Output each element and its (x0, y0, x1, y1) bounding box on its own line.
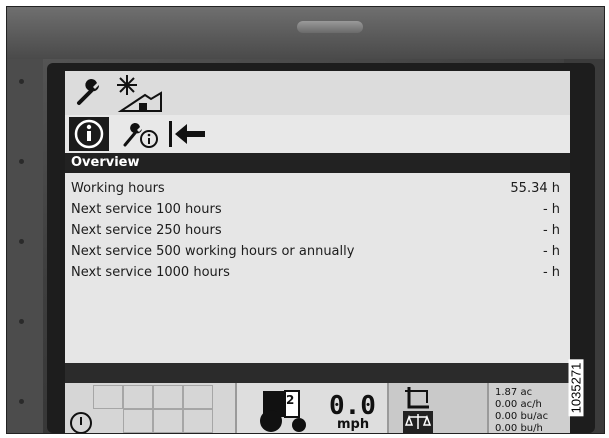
row-label: Next service 250 hours (71, 223, 222, 238)
warning-circle-icon (70, 412, 92, 433)
row-label: Next service 1000 hours (71, 265, 230, 280)
bezel-top (7, 7, 604, 59)
row-label: Next service 500 working hours or annual… (71, 244, 355, 259)
brand-badge (297, 21, 363, 33)
row-value: - h (542, 223, 560, 238)
row-label: Next service 100 hours (71, 202, 222, 217)
soft-key-grid (65, 383, 237, 433)
list-row-service-500: Next service 500 working hours or annual… (65, 242, 570, 263)
yield-rate-value: 0.00 bu/h (495, 423, 543, 433)
menu-tab-row (65, 71, 570, 115)
list-row-working-hours: Working hours 55.34 h (65, 179, 570, 200)
list-row-service-1000: Next service 1000 hours - h (65, 263, 570, 284)
sun-field-icon[interactable] (111, 73, 163, 113)
section-header: Overview (65, 153, 570, 173)
gear-indicator: 2 (286, 393, 295, 407)
display-screen: Overview Working hours 55.34 h Next serv… (65, 71, 570, 433)
service-info-icon[interactable] (121, 119, 161, 149)
scale-icon[interactable] (403, 411, 433, 433)
row-value: - h (542, 202, 560, 217)
info-icon[interactable] (69, 117, 109, 151)
speed-panel: 2 0.0 mph (237, 383, 389, 433)
bezel-left (7, 59, 43, 433)
area-rate-value: 0.00 ac/h (495, 399, 542, 410)
status-bar: 2 0.0 mph 1.87 ac 0.00 ac/h 0.00 bu/ac 0… (65, 383, 570, 433)
figure-reference: 1035271 (565, 345, 587, 430)
tractor-icon (260, 390, 306, 432)
yield-value: 0.00 bu/ac (495, 411, 549, 422)
section-title: Overview (71, 155, 140, 170)
submenu-tab-row (65, 115, 570, 153)
list-row-service-250: Next service 250 hours - h (65, 221, 570, 242)
wrench-icon[interactable] (73, 77, 105, 109)
figure-reference-number: 1035271 (568, 359, 584, 416)
area-value: 1.87 ac (495, 387, 533, 398)
row-label: Working hours (71, 181, 165, 196)
list-row-service-100: Next service 100 hours - h (65, 200, 570, 221)
display-photo: Overview Working hours 55.34 h Next serv… (6, 6, 605, 434)
field-panel (389, 383, 489, 433)
field-boundary-icon[interactable] (403, 385, 433, 411)
status-divider (65, 363, 570, 383)
back-arrow-icon[interactable] (167, 119, 207, 149)
row-value: 55.34 h (510, 181, 560, 196)
row-value: - h (542, 265, 560, 280)
row-value: - h (542, 244, 560, 259)
speed-unit: mph (337, 417, 370, 432)
